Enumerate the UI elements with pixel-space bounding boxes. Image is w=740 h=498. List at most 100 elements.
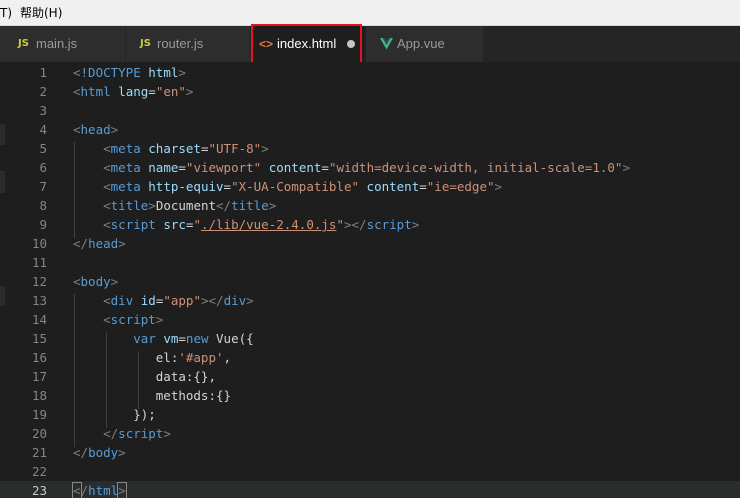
code-token: lang xyxy=(118,84,149,99)
tab-app-vue[interactable]: App.vue xyxy=(366,26,483,62)
code-token: " xyxy=(336,217,344,232)
code-token: " xyxy=(193,217,201,232)
code-line[interactable]: 5 <meta charset="UTF-8"> xyxy=(0,139,740,158)
code-line[interactable]: 18 methods:{} xyxy=(0,386,740,405)
code-token: "app" xyxy=(163,293,201,308)
code-token: src xyxy=(163,217,186,232)
code-text: <meta name="viewport" content="width=dev… xyxy=(73,158,630,177)
code-line[interactable]: 6 <meta name="viewport" content="width=d… xyxy=(0,158,740,177)
html-file-icon: <> xyxy=(259,37,274,51)
code-line[interactable]: 15 var vm=new Vue({ xyxy=(0,329,740,348)
code-token: script xyxy=(110,312,156,327)
tab-label: main.js xyxy=(36,36,78,51)
code-text: methods:{} xyxy=(73,386,231,405)
tab-main-js[interactable]: JS main.js xyxy=(0,26,125,62)
code-token: meta xyxy=(110,141,141,156)
code-token: > xyxy=(185,84,194,99)
code-line[interactable]: 7 <meta http-equiv="X-UA-Compatible" con… xyxy=(0,177,740,196)
code-token: > xyxy=(163,426,171,441)
code-token: = xyxy=(178,331,186,346)
code-token: }); xyxy=(73,407,156,422)
code-line[interactable]: 12 <body> xyxy=(0,272,740,291)
code-token: charset xyxy=(148,141,201,156)
code-token: = xyxy=(419,179,427,194)
menu-bar: T) 帮助(H) xyxy=(0,0,740,26)
tab-index-html[interactable]: <> index.html xyxy=(251,26,365,62)
code-line[interactable]: 20 </script> xyxy=(0,424,740,443)
code-token: head xyxy=(88,236,119,251)
code-text: data:{}, xyxy=(73,367,216,386)
menu-item-help[interactable]: 帮助(H) xyxy=(20,5,62,21)
line-number: 7 xyxy=(39,179,47,194)
line-number: 10 xyxy=(31,236,47,251)
code-token: < xyxy=(73,122,81,137)
code-text: el:'#app', xyxy=(73,348,231,367)
code-token: </ xyxy=(216,198,232,213)
code-line[interactable]: 23 </html> xyxy=(0,481,740,498)
code-line[interactable]: 11 xyxy=(0,253,740,272)
menu-item-truncated[interactable]: T) xyxy=(0,5,12,21)
line-number: 11 xyxy=(31,255,47,270)
code-token: new xyxy=(185,331,209,346)
code-token: , xyxy=(223,350,232,365)
vue-file-icon xyxy=(380,26,393,62)
line-number: 2 xyxy=(39,84,47,99)
tab-router-js[interactable]: JS router.js xyxy=(126,26,250,62)
code-text: <meta charset="UTF-8"> xyxy=(73,139,269,158)
code-token: script xyxy=(118,426,164,441)
code-token: </ xyxy=(73,445,89,460)
code-line[interactable]: 4 <head> xyxy=(0,120,740,139)
code-token: > xyxy=(118,445,126,460)
code-token: name xyxy=(148,160,179,175)
code-token: meta xyxy=(110,179,141,194)
code-token: Vue({ xyxy=(216,331,254,346)
code-line[interactable]: 1 <!DOCTYPE html> xyxy=(0,63,740,82)
code-token: id xyxy=(140,293,156,308)
code-line[interactable]: 2 <html lang="en"> xyxy=(0,82,740,101)
code-line[interactable]: 10 </head> xyxy=(0,234,740,253)
code-token: > xyxy=(622,160,630,175)
code-token: > xyxy=(494,179,503,194)
code-token: "width=device-width, initial-scale=1.0" xyxy=(328,160,623,175)
unsaved-changes-dot-icon[interactable] xyxy=(347,40,355,48)
code-token: html xyxy=(148,65,179,80)
code-token: > xyxy=(118,236,126,251)
code-token: "X-UA-Compatible" xyxy=(231,179,360,194)
code-line[interactable]: 16 el:'#app', xyxy=(0,348,740,367)
code-token: !DOCTYPE xyxy=(80,65,141,80)
code-token: vm xyxy=(163,331,179,346)
code-text: </html> xyxy=(72,481,127,498)
code-editor[interactable]: 1 <!DOCTYPE html> 2 <html lang="en"> 3 4 <head… xyxy=(0,62,740,498)
line-number: 3 xyxy=(39,103,47,118)
code-token: > xyxy=(246,293,254,308)
code-token: methods:{} xyxy=(73,388,232,403)
code-token: = xyxy=(200,141,209,156)
line-number: 17 xyxy=(31,369,47,384)
code-line[interactable]: 9 <script src="./lib/vue-2.4.0.js"></scr… xyxy=(0,215,740,234)
code-token: '#app' xyxy=(178,350,224,365)
code-line[interactable]: 17 data:{}, xyxy=(0,367,740,386)
code-token: </ xyxy=(208,293,224,308)
line-number: 5 xyxy=(39,141,47,156)
code-token: < xyxy=(103,179,111,194)
line-number: 9 xyxy=(39,217,47,232)
editor-tab-bar: JS main.js JS router.js <> index.html Ap… xyxy=(0,26,740,62)
code-line[interactable]: 8 <title>Document</title> xyxy=(0,196,740,215)
js-file-icon: JS xyxy=(18,38,29,49)
line-number: 15 xyxy=(31,331,47,346)
code-line[interactable]: 3 xyxy=(0,101,740,120)
code-line[interactable]: 13 <div id="app"></div> xyxy=(0,291,740,310)
code-line[interactable]: 21 </body> xyxy=(0,443,740,462)
code-line[interactable]: 14 <script> xyxy=(0,310,740,329)
code-token: < xyxy=(103,217,111,232)
code-line[interactable]: 19 }); xyxy=(0,405,740,424)
code-token: "UTF-8" xyxy=(208,141,262,156)
code-token: body xyxy=(80,274,111,289)
code-line[interactable]: 22 xyxy=(0,462,740,481)
